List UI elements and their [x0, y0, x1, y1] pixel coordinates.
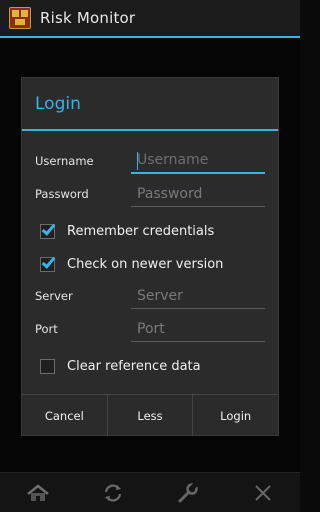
port-input[interactable]	[131, 316, 265, 342]
server-label: Server	[35, 289, 73, 303]
wrench-icon[interactable]	[176, 481, 200, 505]
bottom-action-bar	[0, 472, 300, 512]
checkbox-checked-icon[interactable]	[40, 220, 56, 239]
remember-credentials-label: Remember credentials	[67, 223, 215, 239]
check-newer-version-label: Check on newer version	[67, 256, 224, 272]
port-label: Port	[35, 322, 58, 336]
server-row: Server	[22, 283, 280, 311]
remember-credentials-checkbox[interactable]: Remember credentials	[40, 219, 270, 243]
password-label: Password	[35, 187, 89, 201]
cancel-button[interactable]: Cancel	[22, 395, 108, 436]
less-button[interactable]: Less	[108, 395, 194, 436]
password-input[interactable]	[131, 181, 265, 207]
app-logo-icon	[9, 7, 31, 29]
username-input[interactable]	[131, 148, 265, 174]
dialog-header: Login	[22, 78, 278, 131]
check-newer-version-checkbox[interactable]: Check on newer version	[40, 252, 270, 276]
dialog-title: Login	[35, 93, 81, 114]
clear-reference-data-checkbox[interactable]: Clear reference data	[40, 354, 270, 378]
port-row: Port	[22, 316, 280, 344]
login-button[interactable]: Login	[193, 395, 278, 436]
action-bar: Risk Monitor	[0, 0, 300, 38]
username-label: Username	[35, 154, 94, 168]
password-row: Password	[22, 181, 280, 209]
close-icon[interactable]	[251, 481, 275, 505]
dialog-button-bar: Cancel Less Login	[22, 394, 278, 436]
refresh-icon[interactable]	[101, 481, 125, 505]
server-input[interactable]	[131, 283, 265, 309]
checkbox-checked-icon[interactable]	[40, 253, 56, 272]
home-icon[interactable]	[26, 481, 50, 505]
login-dialog: Login Username Password Remember credent…	[21, 77, 279, 436]
checkbox-unchecked-icon[interactable]	[40, 358, 55, 374]
username-row: Username	[22, 148, 280, 176]
clear-reference-data-label: Clear reference data	[67, 358, 201, 374]
text-cursor	[137, 152, 138, 170]
app-title: Risk Monitor	[40, 9, 136, 27]
